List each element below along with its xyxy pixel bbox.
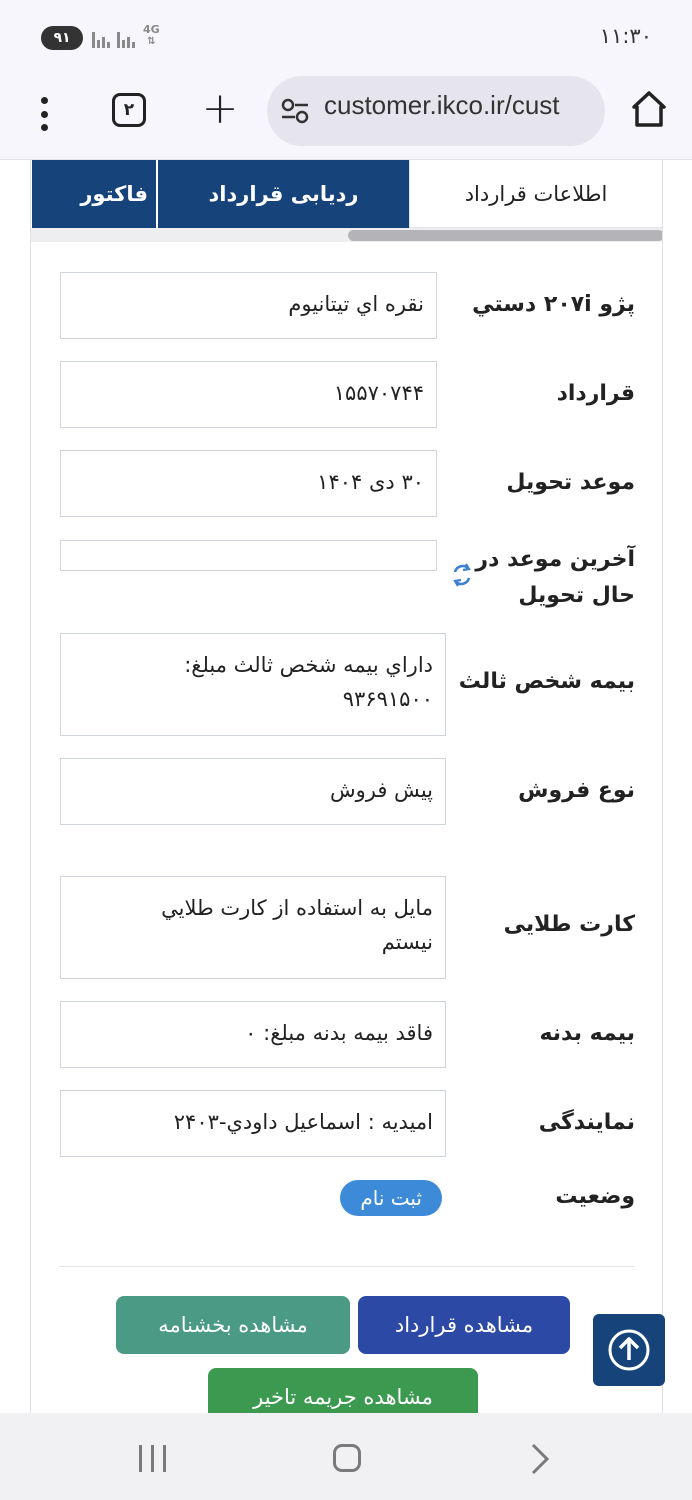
home-icon[interactable]	[630, 89, 668, 129]
status-label: وضعیت	[555, 1184, 635, 1209]
address-bar[interactable]: customer.ikco.ir/cust	[267, 76, 605, 146]
body-insurance-field: فاقد بيمه بدنه مبلغ: ۰	[60, 1001, 446, 1068]
delivery-date-label: موعد تحویل	[506, 470, 635, 495]
scroll-to-top-button[interactable]	[593, 1314, 665, 1386]
tabs-scrollbar[interactable]	[31, 228, 662, 242]
contract-number-field: ۱۵۵۷۰۷۴۴	[60, 361, 437, 428]
contract-page: اطلاعات قرارداد ردیابی قرارداد فاکتور پژ…	[30, 160, 663, 1415]
tabs-scrollbar-thumb[interactable]	[348, 230, 662, 241]
signal-icon	[117, 26, 135, 48]
third-party-insurance-field: داراي بيمه شخص ثالث مبلغ: ۹۳۶۹۱۵۰۰	[60, 633, 446, 736]
agency-field: اميديه : اسماعيل داودي-۲۴۰۳	[60, 1090, 446, 1157]
site-settings-icon[interactable]	[281, 98, 309, 124]
tab-contract-tracking[interactable]: ردیابی قرارداد	[156, 160, 409, 228]
body-insurance-label: بیمه بدنه	[539, 1021, 635, 1046]
browser-toolbar: ۲ + customer.ikco.ir/cust	[0, 76, 692, 160]
car-label: پژو ۲۰۷i دستي	[472, 292, 635, 317]
view-contract-button[interactable]: مشاهده قرارداد	[358, 1296, 570, 1354]
recent-apps-icon[interactable]	[139, 1445, 166, 1472]
divider	[59, 1266, 635, 1267]
refresh-icon[interactable]	[451, 562, 473, 588]
menu-icon[interactable]	[30, 94, 58, 134]
view-penalty-button[interactable]: مشاهده جریمه تاخیر	[208, 1368, 478, 1415]
home-nav-icon[interactable]	[333, 1444, 361, 1472]
agency-label: نمایندگی	[538, 1110, 635, 1135]
signal-icon	[92, 26, 110, 48]
tab-switcher-button[interactable]: ۲	[112, 93, 146, 127]
tab-bar: اطلاعات قرارداد ردیابی قرارداد فاکتور	[31, 160, 662, 228]
tab-contract-info[interactable]: اطلاعات قرارداد	[409, 160, 662, 228]
third-party-insurance-label: بیمه شخص ثالث	[458, 669, 635, 694]
gold-card-label: کارت طلایی	[503, 912, 635, 937]
network-type: 4G ⇅	[143, 23, 160, 48]
system-nav-bar	[0, 1413, 692, 1500]
clock: ۱۱:۳۰	[599, 24, 652, 48]
sale-type-field: پیش فروش	[60, 758, 446, 825]
status-bar: ۹۱ 4G ⇅ ۱۱:۳۰	[0, 0, 692, 76]
url-text: customer.ikco.ir/cust	[324, 90, 560, 120]
view-circular-button[interactable]: مشاهده بخشنامه	[116, 1296, 350, 1354]
last-delivery-field	[60, 540, 437, 571]
last-delivery-label: آخرین موعد در حال تحویل	[475, 547, 635, 608]
new-tab-icon[interactable]: +	[198, 84, 242, 134]
car-color-field: نقره اي تيتانيوم	[60, 272, 437, 339]
tab-invoice[interactable]: فاکتور	[31, 160, 156, 228]
status-badge: ثبت نام	[340, 1180, 442, 1216]
tab-invoice-label: فاکتور	[80, 182, 148, 206]
back-icon[interactable]	[528, 1443, 552, 1475]
contract-label: قرارداد	[556, 381, 635, 406]
gold-card-field: مايل به استفاده از کارت طلايي نيستم	[60, 876, 446, 979]
battery-indicator: ۹۱	[41, 26, 83, 50]
arrow-up-circle-icon	[608, 1329, 650, 1371]
delivery-date-field: ۳۰ دی ۱۴۰۴	[60, 450, 437, 517]
sale-type-label: نوع فروش	[518, 778, 635, 803]
